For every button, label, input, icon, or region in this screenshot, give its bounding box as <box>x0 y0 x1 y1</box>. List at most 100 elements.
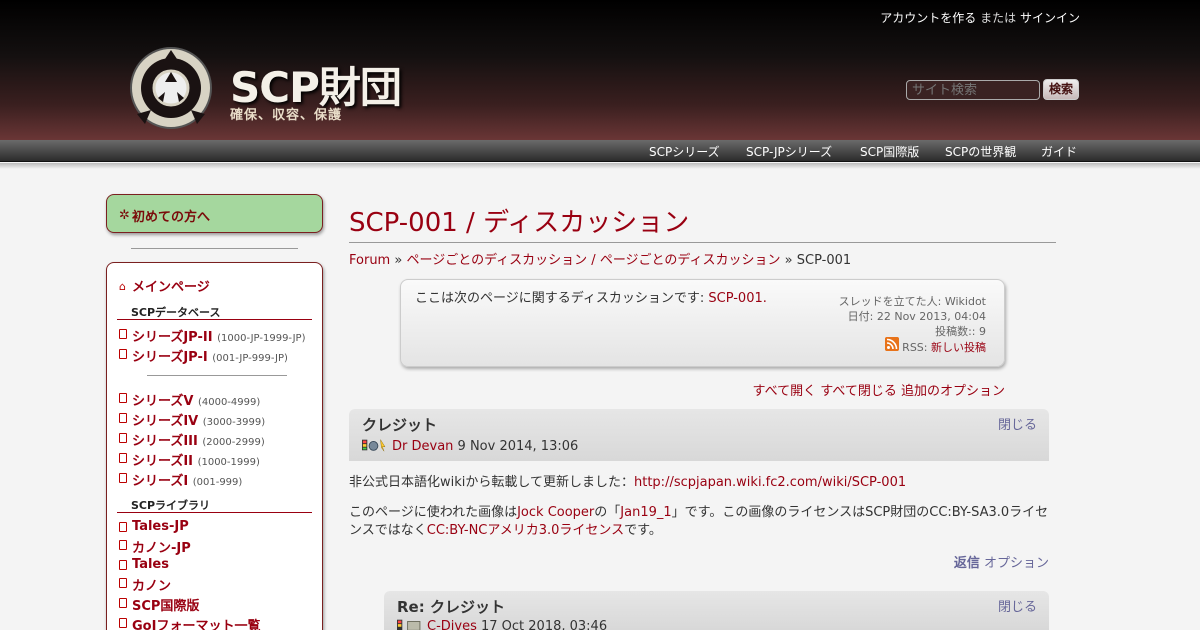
nav-scp-series[interactable]: SCPシリーズ <box>649 143 720 160</box>
page-icon <box>119 540 127 550</box>
post-title: Re: クレジット <box>397 598 505 616</box>
thread-started-by: スレッドを立てた人: Wikidot <box>838 295 986 308</box>
account-or-text: または <box>980 11 1017 25</box>
user-karma-icon <box>362 439 386 452</box>
title-divider <box>349 242 1056 243</box>
post-options-link[interactable]: オプション <box>984 556 1049 571</box>
menu-divider <box>147 375 287 376</box>
page-title: SCP-001 / ディスカッション <box>349 208 690 238</box>
post-header: Re: クレジット 閉じる C-Dives 17 Oct 2018, 03:46 <box>384 591 1049 630</box>
post-info: Dr Devan 9 Nov 2014, 13:06 <box>362 438 578 454</box>
post-body-text: の「 <box>594 505 621 520</box>
thread-options: すべて開く すべて閉じる 追加のオプション <box>753 380 1005 399</box>
side-tales-jp[interactable]: Tales-JP <box>132 519 189 534</box>
more-options-link[interactable]: 追加のオプション <box>901 384 1005 399</box>
nav-shadow <box>0 163 1200 169</box>
series-label: シリーズJP-II <box>132 330 213 345</box>
nav-scp-universe[interactable]: SCPの世界観 <box>945 143 1016 160</box>
page-icon <box>119 560 127 570</box>
create-account-link[interactable]: アカウントを作る <box>880 11 976 25</box>
home-icon: ⌂ <box>119 280 126 293</box>
post-close-link[interactable]: 閉じる <box>998 414 1037 433</box>
post-external-link[interactable]: http://scpjapan.wiki.fc2.com/wiki/SCP-00… <box>634 475 906 490</box>
top-navigation: SCPシリーズ SCP-JPシリーズ SCP国際版 SCPの世界観 ガイド <box>0 140 1200 162</box>
series-label: シリーズIII <box>132 434 198 449</box>
nav-scp-jp-series[interactable]: SCP-JPシリーズ <box>746 143 832 160</box>
series-range: (1000-1999) <box>197 457 260 468</box>
rss-line: RSS: 新しい投稿 <box>902 339 986 355</box>
post-title: クレジット <box>362 416 438 434</box>
rss-label: RSS: <box>902 341 928 354</box>
reply-link[interactable]: 返信 <box>954 556 980 571</box>
page-icon <box>119 473 127 483</box>
collapse-all-link[interactable]: すべて閉じる <box>820 384 897 399</box>
series-label: シリーズJP-I <box>132 350 208 365</box>
post-author-link[interactable]: C-Dives <box>427 619 477 630</box>
page-icon <box>119 598 127 608</box>
side-series-jp-1[interactable]: シリーズJP-I (001-JP-999-JP) <box>132 346 288 365</box>
side-main-page[interactable]: メインページ <box>132 276 210 295</box>
post-header: クレジット 閉じる Dr Devan 9 Nov 2014, 13:06 <box>349 409 1049 461</box>
expand-all-link[interactable]: すべて開く <box>753 384 817 399</box>
side-series-jp-2[interactable]: シリーズJP-II (1000-JP-1999-JP) <box>132 326 305 345</box>
post-body-text: 」です。この画像のライセンスはSCP財団のCC:BY-SA3.0ライセ <box>671 505 1049 520</box>
series-label: シリーズV <box>132 394 194 409</box>
nav-scp-international[interactable]: SCP国際版 <box>860 143 919 160</box>
side-series-5[interactable]: シリーズV (4000-4999) <box>132 390 260 409</box>
side-series-3[interactable]: シリーズIII (2000-2999) <box>132 430 265 449</box>
rss-new-posts-link[interactable]: 新しい投稿 <box>931 341 986 354</box>
heading-scp-database: SCPデータベース <box>131 306 221 319</box>
page-icon <box>119 453 127 463</box>
series-range: (4000-4999) <box>197 397 261 408</box>
series-label: シリーズII <box>132 454 194 469</box>
series-range: (001-JP-999-JP) <box>212 353 288 364</box>
breadcrumb-separator: » <box>784 253 793 268</box>
series-range: (3000-3999) <box>202 417 266 428</box>
scp-logo-icon[interactable] <box>123 42 219 134</box>
side-series-2[interactable]: シリーズII (1000-1999) <box>132 450 260 469</box>
nav-guide[interactable]: ガイド <box>1041 143 1077 160</box>
side-tales[interactable]: Tales <box>132 557 169 572</box>
post-body-text: このページに使われた画像は <box>349 505 518 520</box>
first-time-link[interactable]: 初めての方へ <box>132 206 210 225</box>
page-icon <box>119 618 127 628</box>
account-links: アカウントを作る または サインイン <box>880 9 1080 26</box>
side-canon-jp[interactable]: カノン-JP <box>132 537 191 556</box>
series-label: シリーズI <box>132 474 189 489</box>
sign-in-link[interactable]: サインイン <box>1020 11 1080 25</box>
author-link-jock-cooper[interactable]: Jock Cooper <box>517 505 594 520</box>
first-time-box[interactable]: ✲ 初めての方へ <box>106 194 323 233</box>
description-label: ここは次のページに関するディスカッションです: <box>415 291 705 306</box>
post-body-text: 非公式日本語化wikiから転載して更新しました： <box>349 475 634 490</box>
side-series-1[interactable]: シリーズI (001-999) <box>132 470 242 489</box>
sidebar-divider <box>131 248 298 249</box>
side-series-4[interactable]: シリーズIV (3000-3999) <box>132 410 265 429</box>
image-link-jan19[interactable]: Jan19_1 <box>620 505 671 520</box>
breadcrumb-category[interactable]: ページごとのディスカッション / ページごとのディスカッション <box>406 253 780 268</box>
post-author-link[interactable]: Dr Devan <box>392 439 453 454</box>
breadcrumb-forum[interactable]: Forum <box>349 253 390 268</box>
thread-post-count: 投稿数:: 9 <box>935 325 986 338</box>
thread-description-box: ここは次のページに関するディスカッションです: SCP-001. スレッドを立て… <box>400 279 1005 367</box>
page-icon <box>119 522 127 532</box>
description-page-link[interactable]: SCP-001. <box>708 291 767 306</box>
breadcrumb-separator: » <box>394 253 403 268</box>
page-icon <box>119 349 127 359</box>
search-button[interactable]: 検索 <box>1043 79 1079 100</box>
description-text: ここは次のページに関するディスカッションです: SCP-001. <box>415 287 767 306</box>
side-menu: ⌂ メインページ SCPデータベース シリーズJP-II (1000-JP-19… <box>106 262 323 630</box>
rss-icon[interactable] <box>885 337 899 351</box>
heading-underline <box>117 512 312 513</box>
license-link[interactable]: CC:BY-NCアメリカ3.0ライセンス <box>427 523 624 538</box>
side-goi-formats[interactable]: GoIフォーマット一覧 <box>132 615 260 630</box>
search-input[interactable] <box>906 80 1040 100</box>
user-karma-icon <box>397 619 421 630</box>
page-icon <box>119 433 127 443</box>
side-canon[interactable]: カノン <box>132 575 171 594</box>
post-close-link[interactable]: 閉じる <box>998 596 1037 615</box>
post-body-line2: このページに使われた画像はJock Cooperの「Jan19_1」です。この画… <box>349 504 1049 540</box>
post-actions: 返信 オプション <box>954 552 1049 571</box>
post-body-text: です。 <box>624 523 662 538</box>
side-scp-international[interactable]: SCP国際版 <box>132 595 199 614</box>
series-label: シリーズIV <box>132 414 199 429</box>
